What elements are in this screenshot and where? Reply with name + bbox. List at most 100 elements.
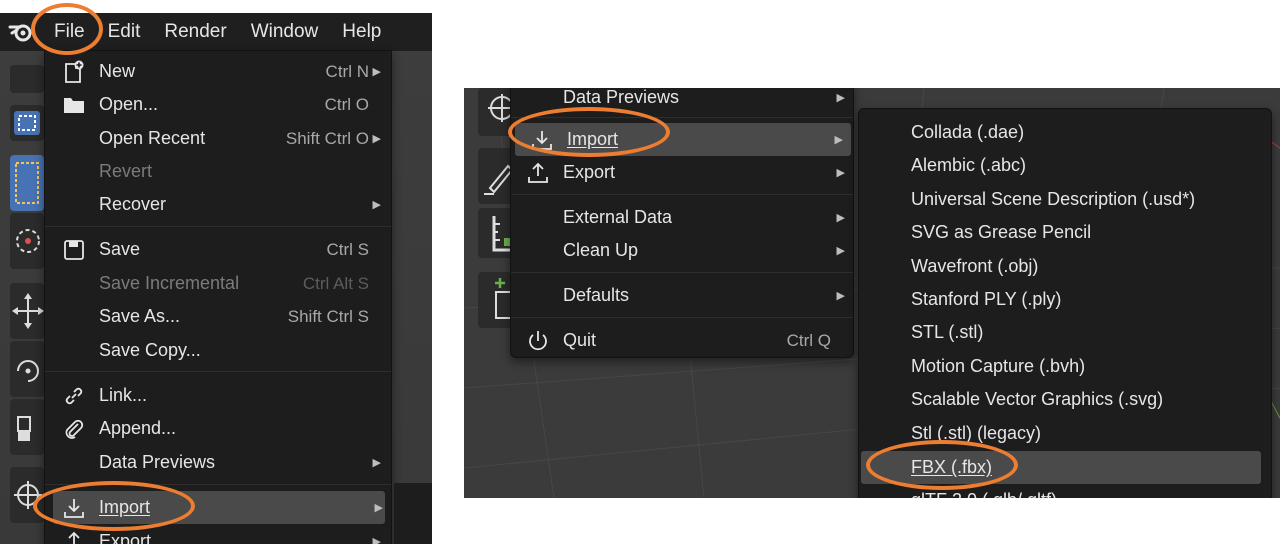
menu-edit[interactable]: Edit: [96, 13, 153, 51]
import-gltf-label: glTF 2.0 (.glb/.gltf): [911, 490, 1057, 498]
menu-item-append[interactable]: Append...: [45, 412, 391, 445]
move-tool[interactable]: [10, 283, 44, 339]
import-fbx[interactable]: FBX (.fbx): [861, 451, 1261, 484]
menu-item-recover[interactable]: Recover ▶: [45, 188, 391, 221]
file-menu-dropdown: New Ctrl N ▶ Open... Ctrl O Open Recent …: [44, 50, 392, 544]
import-usd[interactable]: Universal Scene Description (.usd*): [859, 183, 1271, 216]
submenu-arrow-icon: ▶: [836, 92, 845, 104]
cursor-select-icon: [15, 162, 39, 204]
menu-item-import-label: Import: [99, 497, 151, 517]
menu-render[interactable]: Render: [152, 13, 238, 51]
menu-divider: [511, 272, 853, 273]
menu-item-quit-label: Quit: [563, 330, 597, 350]
menu-item-link-label: Link...: [99, 385, 148, 405]
import-alembic[interactable]: Alembic (.abc): [859, 149, 1271, 182]
menu-divider: [45, 371, 391, 372]
menu-item-save-incremental: Save Incremental Ctrl Alt S: [45, 267, 391, 300]
import-stl[interactable]: STL (.stl): [859, 316, 1271, 349]
rotate-icon: [17, 360, 39, 382]
submenu-arrow-icon: ▶: [372, 536, 381, 544]
menu-item-quit[interactable]: Quit Ctrl Q: [511, 324, 853, 357]
menu-item-defaults-label: Defaults: [563, 285, 630, 305]
import-collada[interactable]: Collada (.dae): [859, 116, 1271, 149]
import-submenu: Collada (.dae) Alembic (.abc) Universal …: [858, 108, 1272, 498]
menu-item-data-previews[interactable]: Data Previews ▶: [511, 88, 853, 114]
select-box-icon: [14, 111, 40, 135]
menu-item-data-previews-label: Data Previews: [99, 452, 216, 472]
menu-item-export[interactable]: Export ▶: [45, 525, 391, 544]
menu-item-external-data[interactable]: External Data ▶: [511, 201, 853, 234]
menu-item-revert-label: Revert: [99, 161, 153, 181]
cursor-icon: [16, 229, 40, 253]
menu-item-import[interactable]: Import ▶: [53, 491, 385, 524]
import-wavefront-label: Wavefront (.obj): [911, 256, 1039, 276]
toolbar-header-button[interactable]: [10, 65, 44, 93]
submenu-arrow-icon: ▶: [372, 133, 381, 145]
submenu-arrow-icon: ▶: [836, 212, 845, 224]
submenu-arrow-icon: ▶: [834, 134, 843, 146]
import-usd-label: Universal Scene Description (.usd*): [911, 189, 1196, 209]
menu-file[interactable]: File: [42, 13, 96, 51]
import-fbx-label: FBX (.fbx): [911, 457, 993, 477]
menu-help[interactable]: Help: [330, 13, 393, 51]
menu-item-save-as[interactable]: Save As... Shift Ctrl S: [45, 300, 391, 333]
menu-divider: [511, 194, 853, 195]
import-wavefront[interactable]: Wavefront (.obj): [859, 250, 1271, 283]
rotate-tool[interactable]: [10, 341, 44, 397]
menu-item-save-copy[interactable]: Save Copy...: [45, 334, 391, 367]
blender-logo-icon[interactable]: [0, 13, 42, 51]
file-menu-dropdown: Data Previews ▶ Import ▶ Export ▶ Extern…: [510, 88, 854, 358]
cursor-tool[interactable]: [10, 213, 44, 269]
menu-divider: [511, 317, 853, 318]
menu-item-external-data-label: External Data: [563, 207, 673, 227]
menu-item-open-recent[interactable]: Open Recent Shift Ctrl O ▶: [45, 122, 391, 155]
menu-item-clean-up-label: Clean Up: [563, 240, 639, 260]
menu-item-link[interactable]: Link...: [45, 379, 391, 412]
menu-item-save-copy-label: Save Copy...: [99, 340, 201, 360]
folder-icon: [61, 92, 87, 118]
import-bvh-label: Motion Capture (.bvh): [911, 356, 1086, 376]
save-icon: [61, 237, 87, 263]
import-stl-label: STL (.stl): [911, 322, 984, 342]
import-bvh[interactable]: Motion Capture (.bvh): [859, 350, 1271, 383]
menu-item-save-as-shortcut: Shift Ctrl S: [287, 306, 369, 326]
menu-item-recover-label: Recover: [99, 194, 167, 214]
menu-item-import[interactable]: Import ▶: [515, 123, 851, 156]
menu-item-export-label: Export: [563, 162, 616, 182]
submenu-arrow-icon: ▶: [836, 245, 845, 257]
import-svg-grease-pencil[interactable]: SVG as Grease Pencil: [859, 216, 1271, 249]
transform-tool[interactable]: [10, 467, 44, 523]
export-icon: [525, 160, 551, 186]
import-stl-legacy[interactable]: Stl (.stl) (legacy): [859, 417, 1271, 450]
import-ply-label: Stanford PLY (.ply): [911, 289, 1062, 309]
menu-item-clean-up[interactable]: Clean Up ▶: [511, 234, 853, 267]
menu-item-open-recent-label: Open Recent: [99, 128, 206, 148]
menu-item-export[interactable]: Export ▶: [511, 156, 853, 189]
left-screenshot: File Edit Render Window Help New Ctrl N …: [0, 13, 432, 544]
move-icon: [12, 293, 44, 329]
menu-item-quit-shortcut: Ctrl Q: [786, 330, 831, 350]
menu-item-save[interactable]: Save Ctrl S: [45, 233, 391, 266]
import-svg[interactable]: Scalable Vector Graphics (.svg): [859, 383, 1271, 416]
submenu-arrow-icon: ▶: [836, 167, 845, 179]
top-menubar: File Edit Render Window Help: [0, 13, 432, 51]
menu-item-new[interactable]: New Ctrl N ▶: [45, 55, 391, 88]
import-collada-label: Collada (.dae): [911, 122, 1025, 142]
select-tool-active[interactable]: [10, 155, 44, 211]
select-box-tool[interactable]: [10, 105, 44, 141]
submenu-arrow-icon: ▶: [374, 502, 383, 514]
menu-divider: [45, 226, 391, 227]
menu-item-defaults[interactable]: Defaults ▶: [511, 279, 853, 312]
import-icon: [529, 127, 555, 153]
menu-item-save-as-label: Save As...: [99, 306, 181, 326]
import-gltf[interactable]: glTF 2.0 (.glb/.gltf): [859, 484, 1271, 498]
menu-item-data-previews-label: Data Previews: [563, 88, 680, 107]
menu-item-data-previews[interactable]: Data Previews ▶: [45, 446, 391, 479]
import-svg-label: Scalable Vector Graphics (.svg): [911, 389, 1164, 409]
menu-item-open[interactable]: Open... Ctrl O: [45, 88, 391, 121]
submenu-arrow-icon: ▶: [372, 66, 381, 78]
scale-tool[interactable]: [10, 399, 44, 455]
menu-divider: [45, 484, 391, 485]
import-ply[interactable]: Stanford PLY (.ply): [859, 283, 1271, 316]
menu-window[interactable]: Window: [239, 13, 331, 51]
